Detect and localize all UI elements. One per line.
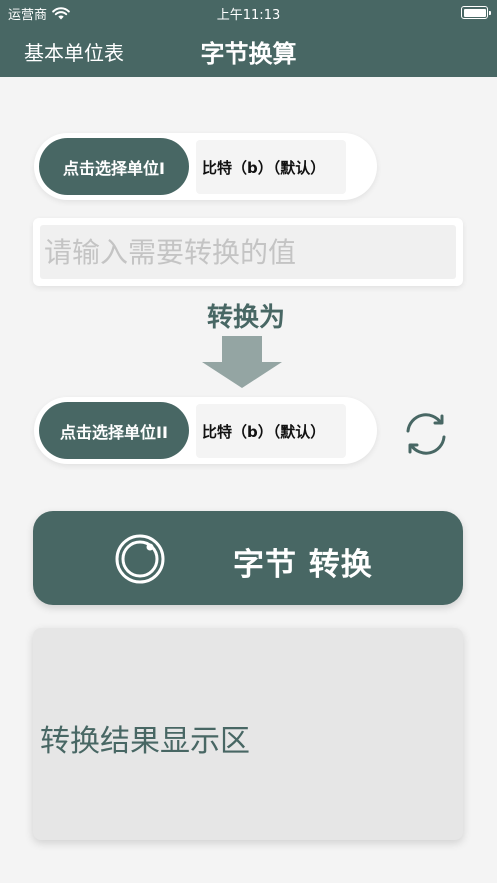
- value-input[interactable]: [40, 225, 456, 279]
- battery-level: [463, 8, 486, 17]
- navigation-header: 运营商 上午11:13 基本单位表 字节换算: [0, 0, 497, 77]
- result-display-area: 转换结果显示区: [33, 628, 463, 840]
- status-bar: 运营商 上午11:13: [0, 0, 497, 26]
- to-unit-selector: 点击选择单位II 比特（b）（默认）: [34, 397, 377, 464]
- battery-cap: [489, 10, 491, 15]
- select-unit-1-button[interactable]: 点击选择单位I: [39, 138, 189, 195]
- result-placeholder-text: 转换结果显示区: [40, 724, 250, 759]
- battery-icon: [461, 6, 491, 19]
- convert-button-label: 字节 转换: [233, 547, 373, 583]
- convert-to-label: 转换为: [206, 303, 285, 333]
- page-title: 字节换算: [200, 40, 297, 68]
- value-input-card: [33, 218, 463, 286]
- status-time: 上午11:13: [216, 8, 281, 23]
- select-unit-2-button[interactable]: 点击选择单位II: [39, 402, 189, 459]
- from-unit-selector: 点击选择单位I 比特（b）（默认）: [34, 133, 377, 200]
- circle-convert-icon: [115, 534, 165, 584]
- to-unit-value: 比特（b）（默认）: [196, 404, 346, 458]
- convert-button[interactable]: 字节 转换: [33, 511, 463, 605]
- arrow-down-icon: [202, 336, 282, 388]
- from-unit-value: 比特（b）（默认）: [196, 140, 346, 194]
- swap-icon[interactable]: [403, 411, 449, 457]
